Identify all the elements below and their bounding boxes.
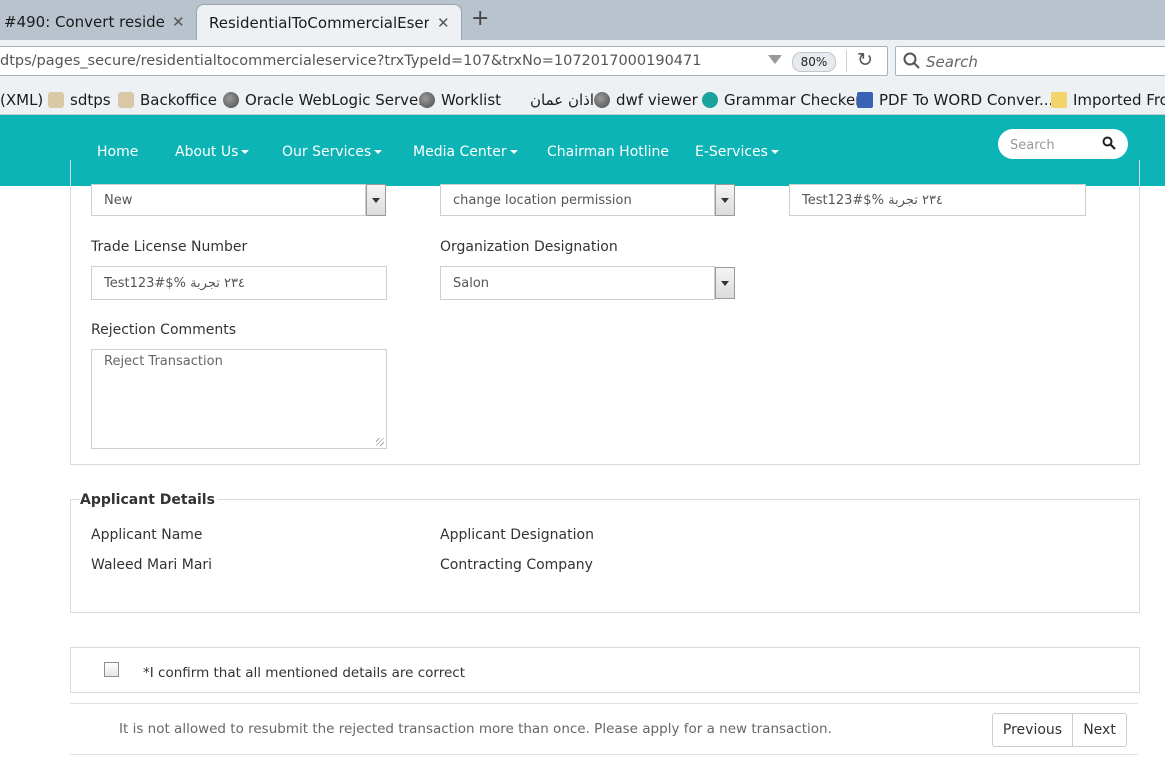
nav-label: E-Services	[695, 144, 768, 160]
org-designation-label: Organization Designation	[440, 239, 618, 255]
nav-label: Our Services	[282, 144, 372, 160]
zoom-indicator[interactable]: 80%	[792, 52, 836, 72]
bookmark-label: Imported Fro	[1073, 91, 1165, 109]
applicant-details-panel	[70, 499, 1140, 613]
trade-license-field[interactable]: Test123#$% ٢٣٤ تجربة	[91, 266, 387, 300]
bookmark-label: Grammar Checker	[724, 91, 862, 109]
applicant-designation-value: Contracting Company	[440, 557, 593, 573]
nav-label: Chairman Hotline	[547, 144, 670, 160]
nav-label: Media Center	[413, 144, 507, 160]
search-icon[interactable]	[1102, 136, 1116, 150]
select-value: change location permission	[453, 192, 632, 208]
globe-icon	[419, 92, 435, 108]
tab-residential-to-commercial[interactable]: ResidentialToCommercialEservic ✕	[196, 4, 462, 40]
bookmark-label: PDF To WORD Conver...	[879, 91, 1054, 109]
select-request-type[interactable]: change location permission	[440, 184, 715, 216]
bookmark-label: اذان عمان	[530, 91, 595, 109]
globe-icon	[223, 92, 239, 108]
close-icon[interactable]: ✕	[172, 13, 185, 31]
bookmark-dwf-viewer[interactable]: dwf viewer	[594, 91, 698, 109]
nav-e-services[interactable]: E-Services	[695, 144, 779, 160]
bookmark-label: dwf viewer	[616, 91, 698, 109]
applicant-name-label: Applicant Name	[91, 527, 203, 543]
pdf-icon	[857, 92, 873, 108]
reload-icon[interactable]: ↻	[857, 49, 873, 71]
field-value: Test123#$% ٢٣٤ تجربة	[104, 275, 245, 291]
nav-label: Home	[97, 144, 139, 160]
folder-icon	[1051, 92, 1067, 108]
bookmark-worklist[interactable]: Worklist	[419, 91, 501, 109]
bookmark-label: Worklist	[441, 91, 502, 109]
dropdown-arrow-icon[interactable]	[715, 184, 735, 216]
resubmit-notice: It is not allowed to resubmit the reject…	[119, 721, 832, 737]
tab-label: ResidentialToCommercialEservic	[209, 13, 429, 32]
nav-media-center[interactable]: Media Center	[413, 144, 518, 160]
caret-down-icon	[374, 150, 383, 154]
confirm-checkbox[interactable]	[104, 662, 119, 677]
new-tab-icon[interactable]: +	[471, 6, 489, 31]
field-value: Test123#$% ٢٣٤ تجربة	[802, 192, 943, 208]
globe-icon	[594, 92, 610, 108]
bookmark-sdtps[interactable]: sdtps	[48, 91, 111, 109]
org-designation-select[interactable]: Salon	[440, 266, 715, 300]
divider	[846, 50, 847, 72]
url-history-dropdown-icon[interactable]	[768, 55, 782, 64]
bookmark-xml[interactable]: (XML)	[0, 91, 43, 109]
dropdown-arrow-icon[interactable]	[715, 267, 735, 299]
nav-our-services[interactable]: Our Services	[282, 144, 383, 160]
applicant-designation-label: Applicant Designation	[440, 527, 594, 543]
select-value: New	[104, 192, 133, 208]
trade-license-label: Trade License Number	[91, 239, 248, 255]
caret-down-icon	[241, 150, 250, 154]
caret-down-icon	[770, 150, 779, 154]
bookmark-imported[interactable]: Imported Fro	[1051, 91, 1165, 109]
rejection-comments-label: Rejection Comments	[91, 322, 237, 338]
bookmark-oracle-weblogic[interactable]: Oracle WebLogic Server	[223, 91, 424, 109]
nav-about-us[interactable]: About Us	[175, 144, 250, 160]
nav-chairman-hotline[interactable]: Chairman Hotline	[547, 144, 669, 160]
next-button[interactable]: Next	[1072, 713, 1127, 747]
url-text[interactable]: dtps/pages_secure/residentialtocommercia…	[0, 53, 701, 69]
crest-icon	[48, 92, 64, 108]
grammar-icon	[702, 92, 718, 108]
tab-label: #490: Convert residentia	[4, 13, 164, 31]
bookmark-label: sdtps	[70, 91, 111, 109]
nav-home[interactable]: Home	[97, 144, 138, 160]
browser-search-placeholder: Search	[926, 53, 978, 71]
rejection-comments-textarea[interactable]: Reject Transaction	[91, 349, 387, 449]
divider	[70, 703, 1138, 704]
bookmark-grammar-checker[interactable]: Grammar Checker	[702, 91, 861, 109]
previous-button[interactable]: Previous	[992, 713, 1073, 747]
bookmark-label: Backoffice	[140, 91, 218, 109]
select-value: Salon	[453, 275, 490, 291]
search-icon	[903, 52, 920, 69]
bookmark-label: Oracle WebLogic Server	[245, 91, 425, 109]
confirm-label: *I confirm that all mentioned details ar…	[143, 665, 465, 681]
divider	[70, 754, 1138, 755]
nav-label: About Us	[175, 144, 239, 160]
textarea-value: Reject Transaction	[104, 354, 223, 369]
close-icon[interactable]: ✕	[437, 14, 450, 32]
bookmark-athan-oman[interactable]: اذان عمان	[530, 91, 594, 109]
bookmark-backoffice[interactable]: Backoffice	[118, 91, 217, 109]
site-search-placeholder: Search	[1010, 138, 1055, 153]
bookmark-pdf-to-word[interactable]: PDF To WORD Conver...	[857, 91, 1053, 109]
select-application-type[interactable]: New	[91, 184, 366, 216]
applicant-details-legend: Applicant Details	[80, 492, 218, 508]
resize-handle-icon[interactable]	[376, 438, 384, 446]
crest-icon	[118, 92, 134, 108]
dropdown-arrow-icon[interactable]	[366, 184, 386, 216]
applicant-name-value: Waleed Mari Mari	[91, 557, 213, 573]
bookmark-label: (XML)	[0, 91, 44, 109]
text-field[interactable]: Test123#$% ٢٣٤ تجربة	[789, 184, 1086, 216]
tab-convert-residential[interactable]: #490: Convert residentia ✕	[0, 4, 194, 40]
caret-down-icon	[509, 150, 518, 154]
